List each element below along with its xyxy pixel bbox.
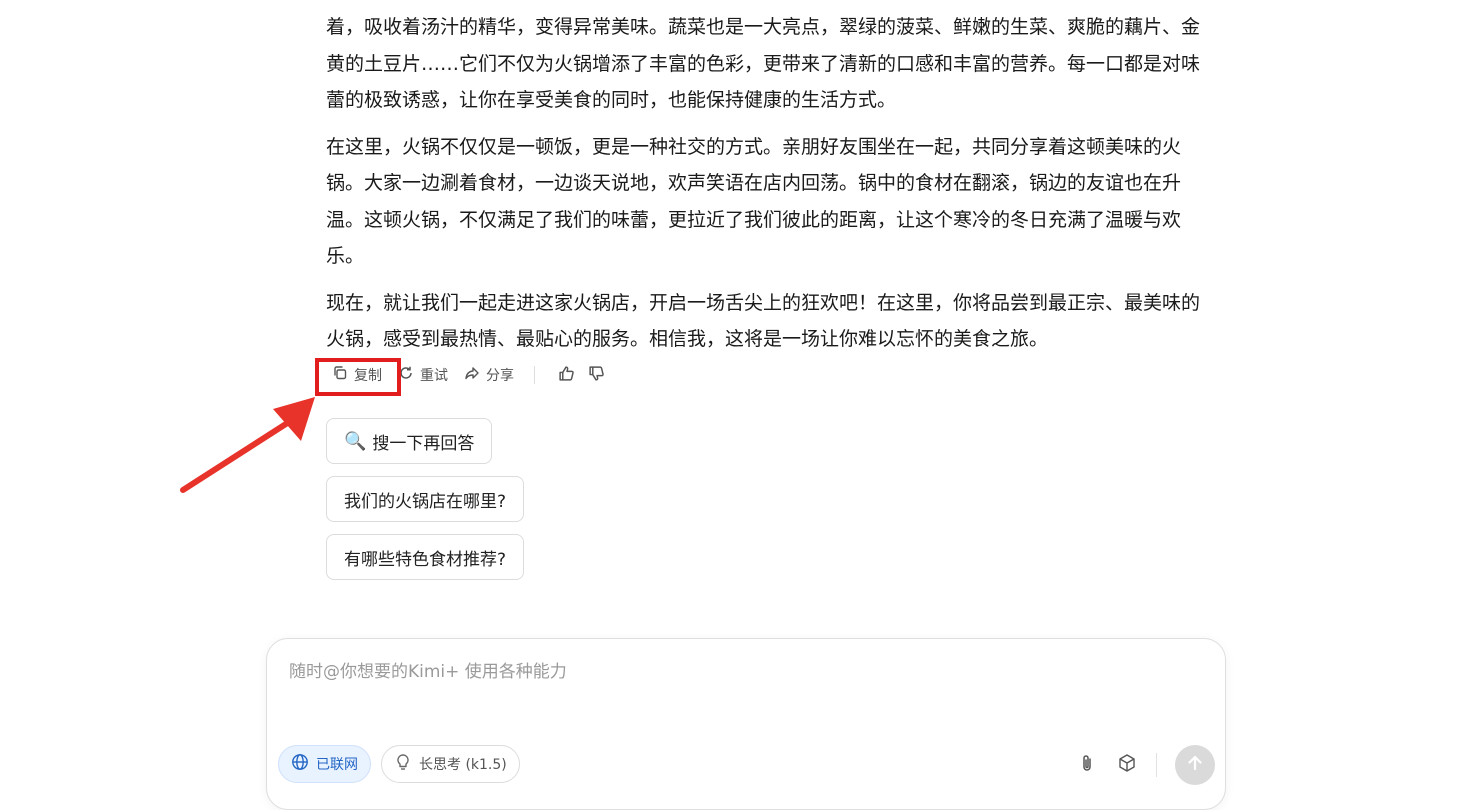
attach-file-button[interactable] — [1075, 753, 1099, 777]
suggested-questions: 🔍 搜一下再回答 我们的火锅店在哪里? 有哪些特色食材推荐? — [326, 418, 525, 592]
response-paragraph: 着，吸收着汤汁的精华，变得异常美味。蔬菜也是一大亮点，翠绿的菠菜、鲜嫩的生菜、爽… — [326, 16, 1201, 111]
paperclip-icon — [1077, 753, 1097, 777]
response-action-bar: 复制 重试 分享 — [318, 360, 611, 390]
chat-input-placeholder[interactable]: 随时@你想要的Kimi+ 使用各种能力 — [289, 657, 567, 682]
divider — [534, 366, 535, 384]
suggestion-chip[interactable]: 我们的火锅店在哪里? — [326, 476, 525, 522]
arrow-up-icon — [1185, 753, 1205, 777]
kimi-plus-button[interactable] — [1115, 753, 1139, 777]
response-paragraph: 在这里，火锅不仅仅是一顿饭，更是一种社交的方式。亲朋好友围坐在一起，共同分享着这… — [326, 135, 1182, 268]
search-again-label: 搜一下再回答 — [372, 433, 475, 454]
thumbs-up-icon — [558, 365, 575, 386]
thumbs-up-button[interactable] — [551, 360, 581, 390]
lightbulb-icon — [394, 753, 412, 775]
thumbs-down-button[interactable] — [581, 360, 611, 390]
web-search-label: 已联网 — [316, 757, 358, 773]
copy-label: 复制 — [354, 368, 382, 384]
chat-input-box[interactable]: 随时@你想要的Kimi+ 使用各种能力 已联网 长思考 (k1.5) — [266, 638, 1226, 810]
long-thinking-toggle[interactable]: 长思考 (k1.5) — [381, 745, 520, 783]
share-label: 分享 — [486, 368, 514, 384]
web-search-toggle[interactable]: 已联网 — [278, 745, 371, 783]
long-thinking-label: 长思考 (k1.5) — [419, 757, 507, 773]
retry-label: 重试 — [420, 368, 448, 384]
cube-icon — [1117, 753, 1137, 777]
thumbs-down-icon — [588, 365, 605, 386]
share-icon — [464, 365, 480, 385]
share-button[interactable]: 分享 — [456, 360, 522, 390]
suggestion-chip[interactable]: 有哪些特色食材推荐? — [326, 534, 525, 580]
assistant-response: 着，吸收着汤汁的精华，变得异常美味。蔬菜也是一大亮点，翠绿的菠菜、鲜嫩的生菜、爽… — [326, 10, 1216, 368]
globe-icon — [291, 753, 309, 775]
search-icon: 🔍 — [344, 430, 367, 452]
divider — [1156, 753, 1157, 777]
copy-button[interactable]: 复制 — [324, 360, 390, 390]
retry-icon — [398, 365, 414, 385]
send-button[interactable] — [1175, 745, 1215, 785]
annotation-arrow-icon — [180, 397, 315, 493]
response-paragraph: 现在，就让我们一起走进这家火锅店，开启一场舌尖上的狂欢吧！在这里，你将品尝到最正… — [326, 291, 1201, 351]
search-again-button[interactable]: 🔍 搜一下再回答 — [326, 418, 493, 464]
copy-icon — [332, 365, 348, 385]
retry-button[interactable]: 重试 — [390, 360, 456, 390]
